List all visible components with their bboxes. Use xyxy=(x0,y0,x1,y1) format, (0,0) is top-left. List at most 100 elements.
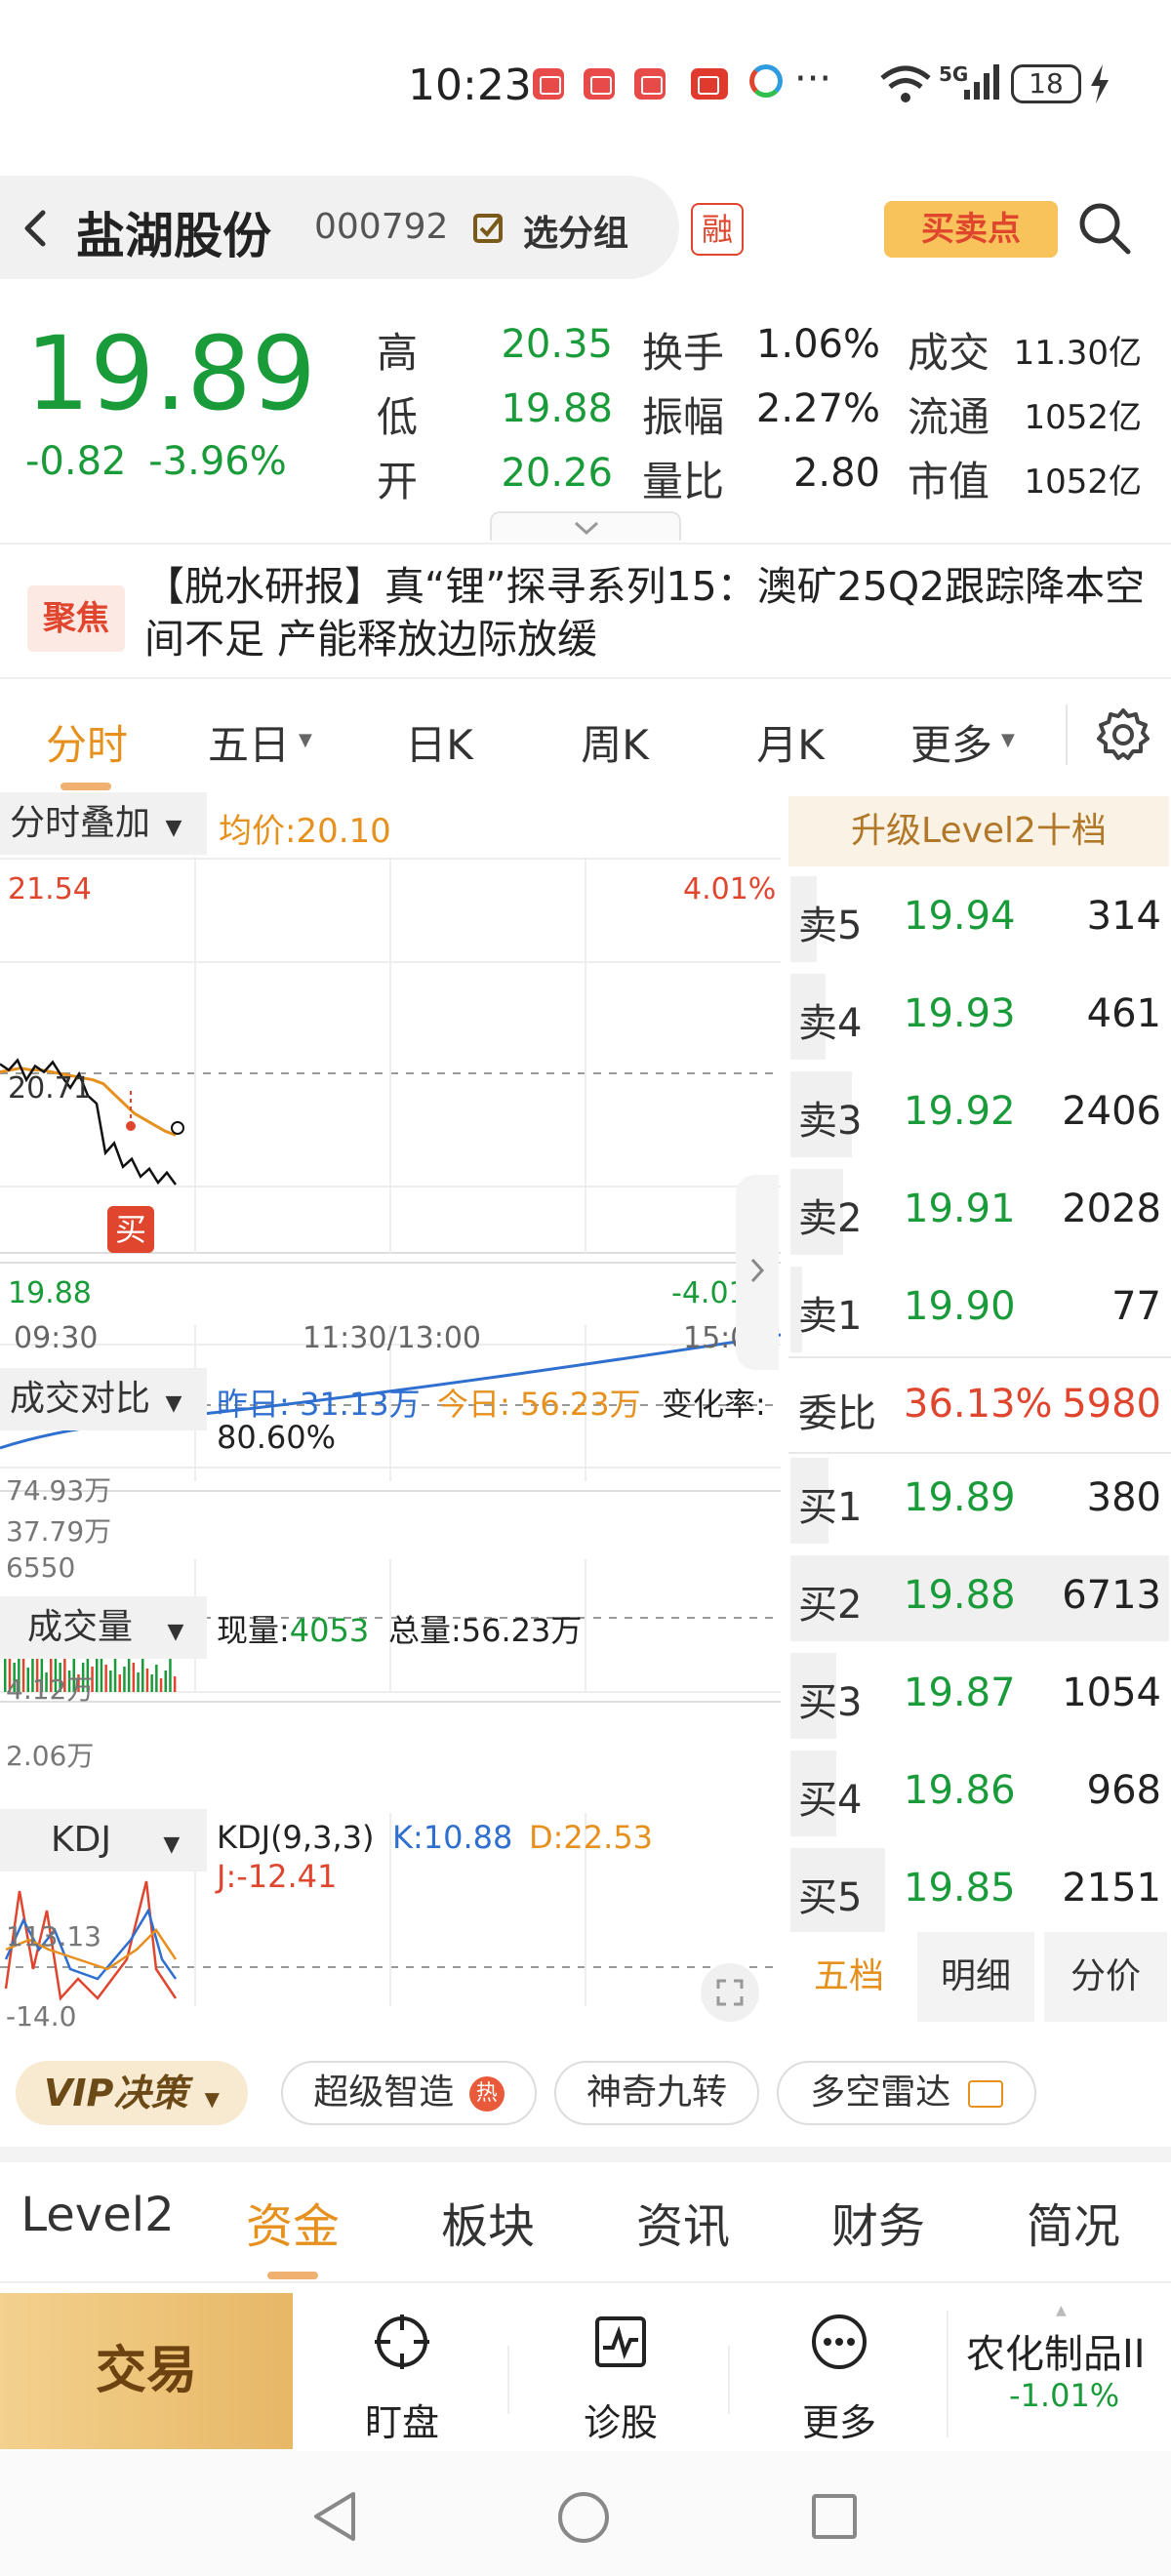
kdj-title: KDJ xyxy=(51,1820,111,1860)
volume-bar xyxy=(104,1665,107,1692)
ask-row-3[interactable]: 卖3 19.92 2406 xyxy=(788,1066,1171,1163)
long-short-radar-label: 多空雷达 xyxy=(810,2073,951,2113)
margin-trading-badge[interactable]: 融 xyxy=(691,203,744,256)
ask-row-2[interactable]: 卖2 19.91 2028 xyxy=(788,1163,1171,1261)
info-tabs: Level2 资金 板块 资讯 财务 简况 xyxy=(0,2162,1171,2283)
compare-axis-low: 6550 xyxy=(6,1551,76,1584)
target-icon xyxy=(375,2314,429,2369)
tab-price-distribution[interactable]: 分价 xyxy=(1044,1932,1167,2022)
active-tab-indicator xyxy=(61,783,111,790)
overlay-dropdown[interactable]: 分时叠加 ▼ xyxy=(0,792,207,855)
order-ratio-row: 委比 36.13% 5980 xyxy=(788,1356,1171,1454)
super-smart-label: 超级智造 xyxy=(313,2073,455,2113)
fullscreen-button[interactable] xyxy=(701,1963,759,2022)
change-value: -0.82 xyxy=(25,439,127,484)
last-price-dot xyxy=(171,1121,184,1135)
bid-price: 19.89 xyxy=(904,1475,1016,1520)
volume-axis-high: 4.12万 xyxy=(6,1673,95,1706)
watch-button[interactable]: 盯盘 xyxy=(324,2303,480,2449)
time-axis-start: 09:30 xyxy=(14,1321,99,1355)
ask-price: 19.92 xyxy=(904,1089,1016,1134)
side-drawer-handle[interactable] xyxy=(736,1175,779,1370)
search-icon[interactable] xyxy=(1073,197,1136,260)
ask-label: 卖4 xyxy=(798,1001,863,1046)
tab-weekly-k[interactable]: 周K xyxy=(576,712,654,772)
buy-sell-points-button[interactable]: 买卖点 xyxy=(884,201,1058,258)
tab-five-levels[interactable]: 五档 xyxy=(790,1932,908,2022)
magic-nine-chip[interactable]: 神奇九转 xyxy=(554,2061,759,2125)
ask-label: 卖5 xyxy=(798,904,863,948)
stat-value-float-cap: 1052亿 xyxy=(1024,398,1142,437)
chart-area[interactable]: 分时叠加 ▼ 均价:20.10 21.54 4.01% 20.71 19.88 … xyxy=(0,792,781,2039)
volume-bar xyxy=(145,1669,149,1692)
bid-row-2[interactable]: 买2 19.88 6713 xyxy=(788,1550,1171,1647)
ask-row-4[interactable]: 卖4 19.93 461 xyxy=(788,968,1171,1066)
more-button[interactable]: 更多 xyxy=(761,2303,917,2449)
ask-row-1[interactable]: 卖1 19.90 77 xyxy=(788,1261,1171,1358)
bid-row-5[interactable]: 买5 19.85 2151 xyxy=(788,1842,1171,1940)
divider xyxy=(507,2346,509,2414)
tab-intraday[interactable]: 分时 xyxy=(43,712,131,772)
gear-icon[interactable] xyxy=(1095,706,1151,763)
expand-quote-tab[interactable] xyxy=(490,511,681,541)
news-headline[interactable]: 【脱水研报】真“锂”探寻系列15：澳矿25Q2跟踪降本空间不足 产能释放边际放缓 xyxy=(144,560,1150,665)
super-smart-chip[interactable]: 超级智造 热 xyxy=(281,2061,537,2125)
kdj-dropdown[interactable]: KDJ ▼ xyxy=(0,1809,207,1872)
tab-profile[interactable]: 简况 xyxy=(1015,2188,1132,2256)
nav-recents-icon[interactable] xyxy=(810,2492,859,2541)
stat-value-turnover: 1.06% xyxy=(755,322,880,367)
tab-monthly-k[interactable]: 月K xyxy=(751,712,829,772)
sector-link[interactable]: ▲ 农化制品II -1.01% xyxy=(947,2303,1171,2437)
volume-title: 成交量 xyxy=(27,1607,134,1647)
stat-label-amplitude: 振幅 xyxy=(642,393,725,441)
compare-change-label: 变化率: xyxy=(662,1386,766,1423)
back-arrow-icon[interactable] xyxy=(12,201,61,256)
stat-label-high: 高 xyxy=(377,329,419,377)
volume-bar xyxy=(118,1674,121,1692)
tab-sector[interactable]: 板块 xyxy=(429,2188,546,2256)
bid-row-3[interactable]: 买3 19.87 1054 xyxy=(788,1647,1171,1745)
diagnose-button[interactable]: 诊股 xyxy=(543,2303,699,2449)
ask-volume: 2406 xyxy=(1062,1089,1161,1134)
vip-decision-button[interactable]: VIP决策 ▼ xyxy=(16,2061,248,2125)
dropdown-caret-icon: ▼ xyxy=(167,1620,184,1644)
level2-upgrade-button[interactable]: 升级Level2十档 xyxy=(788,796,1169,866)
nav-home-icon[interactable] xyxy=(556,2490,611,2545)
buy-signal-marker[interactable]: 买 xyxy=(107,1206,154,1253)
tab-daily-k[interactable]: 日K xyxy=(400,712,478,772)
ask-volume: 461 xyxy=(1086,991,1161,1036)
tab-news[interactable]: 资讯 xyxy=(625,2188,742,2256)
long-short-radar-chip[interactable]: 多空雷达 xyxy=(777,2061,1036,2125)
volume-now-label: 现量: xyxy=(217,1612,290,1649)
time-axis-mid: 11:30/13:00 xyxy=(303,1321,482,1355)
ask-row-5[interactable]: 卖5 19.94 314 xyxy=(788,870,1171,968)
tab-five-day[interactable]: 五日 xyxy=(205,712,293,772)
news-banner[interactable]: 聚焦 【脱水研报】真“锂”探寻系列15：澳矿25Q2跟踪降本空间不足 产能释放边… xyxy=(0,543,1171,679)
nav-back-icon[interactable] xyxy=(310,2490,359,2543)
status-time: 10:23 xyxy=(408,60,532,110)
volume-dropdown[interactable]: 成交量 ▼ xyxy=(0,1596,207,1659)
stat-value-low: 19.88 xyxy=(501,386,613,431)
kdj-axis-high: 113.13 xyxy=(6,1920,101,1952)
checkbox-edit-icon xyxy=(473,214,503,243)
kdj-axis-low: -14.0 xyxy=(6,2000,77,2033)
tab-trade-details[interactable]: 明细 xyxy=(917,1932,1034,2022)
bid-row-1[interactable]: 买1 19.89 380 xyxy=(788,1452,1171,1550)
battery-icon: 18 xyxy=(1011,64,1081,103)
notification-app-icon xyxy=(634,68,666,100)
trade-button[interactable]: 交易 xyxy=(0,2293,293,2449)
chart-pulse-icon xyxy=(595,2316,646,2367)
more-notifications-icon: ··· xyxy=(794,57,832,101)
stat-label-market-cap: 市值 xyxy=(908,458,990,505)
tab-capital[interactable]: 资金 xyxy=(234,2188,351,2256)
tab-level2[interactable]: Level2 xyxy=(20,2188,176,2242)
compare-dropdown[interactable]: 成交对比 ▼ xyxy=(0,1368,207,1430)
action-bar: 交易 盯盘 诊股 更多 ▲ 农化制品II -1.01% xyxy=(0,2287,1171,2451)
tab-more[interactable]: 更多 xyxy=(908,712,995,772)
bid-row-4[interactable]: 买4 19.86 968 xyxy=(788,1745,1171,1842)
compare-change-rate: 80.60% xyxy=(217,1419,337,1456)
bid-price: 19.85 xyxy=(904,1866,1016,1911)
bid-label: 买1 xyxy=(798,1485,863,1530)
kdj-d-value: D:22.53 xyxy=(529,1819,654,1856)
tab-finance[interactable]: 财务 xyxy=(820,2188,937,2256)
